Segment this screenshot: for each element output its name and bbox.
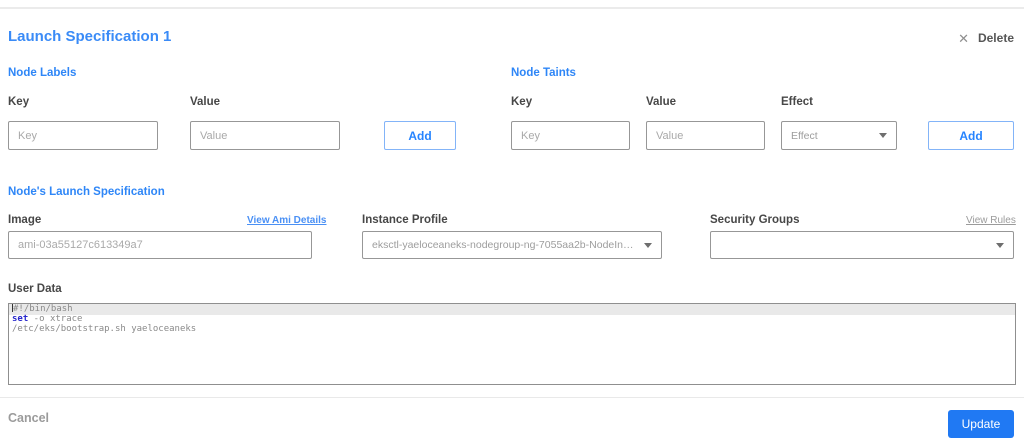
node-taints-heading: Node Taints — [511, 67, 576, 79]
node-taints-add-button[interactable]: Add — [928, 121, 1014, 150]
instance-profile-label: Instance Profile — [362, 214, 448, 226]
node-labels-value-label: Value — [190, 96, 221, 108]
image-label: Image — [8, 214, 42, 226]
node-taints-value-label: Value — [646, 96, 677, 108]
cancel-button[interactable]: Cancel — [8, 411, 49, 425]
node-labels-heading: Node Labels — [8, 67, 77, 79]
node-labels-add-button[interactable]: Add — [384, 121, 456, 150]
delete-button[interactable]: ✕ Delete — [958, 31, 1014, 45]
footer-divider — [0, 397, 1024, 398]
view-ami-details-link[interactable]: View Ami Details — [247, 215, 326, 226]
code-line-3: /etc/eks/bootstrap.sh yaeloceaneks — [12, 323, 197, 334]
effect-select-placeholder: Effect — [791, 129, 818, 142]
user-data-label: User Data — [8, 283, 62, 295]
image-input[interactable] — [8, 231, 312, 259]
node-labels-key-label: Key — [8, 96, 30, 108]
chevron-down-icon — [996, 242, 1004, 248]
node-taints-value-input[interactable] — [646, 121, 765, 150]
top-divider — [0, 7, 1024, 9]
node-taints-key-input[interactable] — [511, 121, 630, 150]
security-groups-label: Security Groups — [710, 214, 800, 226]
node-taints-effect-label: Effect — [781, 96, 813, 108]
update-button[interactable]: Update — [948, 410, 1014, 438]
launch-spec-heading: Node's Launch Specification — [8, 186, 165, 198]
node-taints-key-label: Key — [511, 96, 533, 108]
node-labels-value-input[interactable] — [190, 121, 340, 150]
delete-button-label: Delete — [977, 31, 1014, 45]
node-taints-effect-select[interactable]: Effect — [781, 121, 897, 150]
security-groups-select[interactable] — [710, 231, 1014, 259]
view-rules-link[interactable]: View Rules — [966, 215, 1016, 226]
code-line-1: #!/bin/bash — [9, 304, 1015, 315]
close-icon: ✕ — [958, 30, 969, 46]
user-data-code-editor[interactable]: #!/bin/bash set -o xtrace /etc/eks/boots… — [8, 303, 1016, 385]
instance-profile-select[interactable]: eksctl-yaeloceaneks-nodegroup-ng-7055aa2… — [362, 231, 662, 259]
instance-profile-value: eksctl-yaeloceaneks-nodegroup-ng-7055aa2… — [372, 239, 636, 251]
chevron-down-icon — [879, 133, 887, 138]
page-title: Launch Specification 1 — [8, 28, 172, 45]
chevron-down-icon — [644, 242, 652, 248]
node-labels-key-input[interactable] — [8, 121, 158, 150]
launch-specification-panel: Launch Specification 1 ✕ Delete Node Lab… — [0, 0, 1024, 444]
